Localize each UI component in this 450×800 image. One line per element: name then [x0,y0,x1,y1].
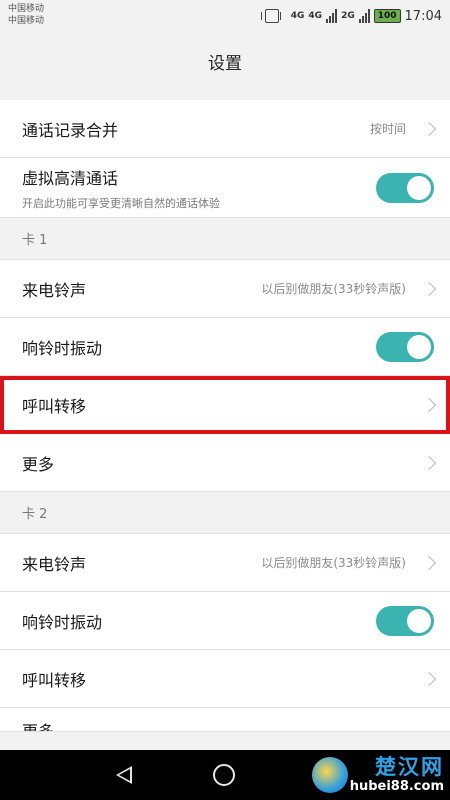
setting-card1-ringtone[interactable]: 来电铃声 以后别做朋友(33秒铃声版) [0,260,450,318]
setting-card1-vibrate[interactable]: 响铃时振动 [0,318,450,376]
watermark-name: 楚汉网 [375,754,444,779]
watermark-logo-icon [311,757,348,793]
home-icon[interactable] [213,764,235,786]
setting-card2-more[interactable]: 更多 [0,708,450,732]
chevron-right-icon [421,555,437,570]
card2-vibrate-toggle[interactable] [376,605,434,636]
setting-label: 更多 [22,454,55,474]
watermark: 楚汉网 hubei88.com [311,753,444,797]
chevron-right-icon [421,671,437,686]
section-header-card1: 卡 1 [0,218,450,260]
signal-icon [358,9,370,23]
carrier-labels: 中国移动 中国移动 [8,3,44,27]
setting-value: 按时间 [369,122,406,136]
section-header-card2: 卡 2 [0,492,450,534]
chevron-right-icon [421,281,437,296]
setting-label: 通话记录合并 [22,120,119,140]
setting-value: 以后别做朋友(33秒铃声版) [261,282,406,296]
network-type-3: 2G [341,10,355,21]
setting-card1-call-forwarding[interactable]: 呼叫转移 [0,376,450,434]
toggle-knob [407,608,431,633]
status-icons: 4G 4G 2G 100 17:04 [260,6,442,26]
setting-value: 以后别做朋友(33秒铃声版) [261,556,406,570]
network-type-2: 4G [308,10,323,21]
setting-card2-call-forwarding[interactable]: 呼叫转移 [0,650,450,708]
chevron-right-icon [421,455,437,470]
hd-call-toggle[interactable] [376,172,434,203]
battery-icon: 100 [373,9,401,23]
setting-label: 更多 [22,722,55,732]
watermark-url: hubei88.com [349,779,444,794]
clock: 17:04 [404,8,442,24]
setting-card1-more[interactable]: 更多 [0,434,450,492]
signal-icon [326,9,338,23]
toggle-knob [407,175,431,200]
setting-label: 呼叫转移 [22,396,87,416]
navigation-bar: 楚汉网 hubei88.com [0,750,450,800]
setting-card2-ringtone[interactable]: 来电铃声 以后别做朋友(33秒铃声版) [0,534,450,592]
setting-description: 开启此功能可享受更清晰自然的通话体验 [22,196,220,210]
setting-label: 响铃时振动 [22,338,103,358]
setting-label: 来电铃声 [22,554,87,574]
setting-label: 虚拟高清通话 [22,168,119,188]
chevron-right-icon [421,121,437,136]
carrier-2: 中国移动 [8,16,45,26]
card1-vibrate-toggle[interactable] [376,331,434,362]
back-icon[interactable] [116,766,132,784]
vibrate-icon [260,9,281,23]
setting-label: 来电铃声 [22,280,87,300]
setting-call-log-merge[interactable]: 通话记录合并 按时间 [0,100,450,158]
setting-card2-vibrate[interactable]: 响铃时振动 [0,592,450,650]
network-type-1: 4G [290,10,305,21]
carrier-1: 中国移动 [8,4,45,14]
status-bar: 中国移动 中国移动 4G 4G 2G 100 17:04 [0,0,450,32]
page-title: 设置 [208,53,242,74]
setting-hd-call[interactable]: 虚拟高清通话 开启此功能可享受更清晰自然的通话体验 [0,158,450,218]
setting-label: 响铃时振动 [22,612,103,632]
chevron-right-icon [421,397,437,412]
toggle-knob [407,334,431,359]
settings-list: 通话记录合并 按时间 虚拟高清通话 开启此功能可享受更清晰自然的通话体验 卡 1… [0,100,450,732]
setting-label: 呼叫转移 [22,670,87,690]
